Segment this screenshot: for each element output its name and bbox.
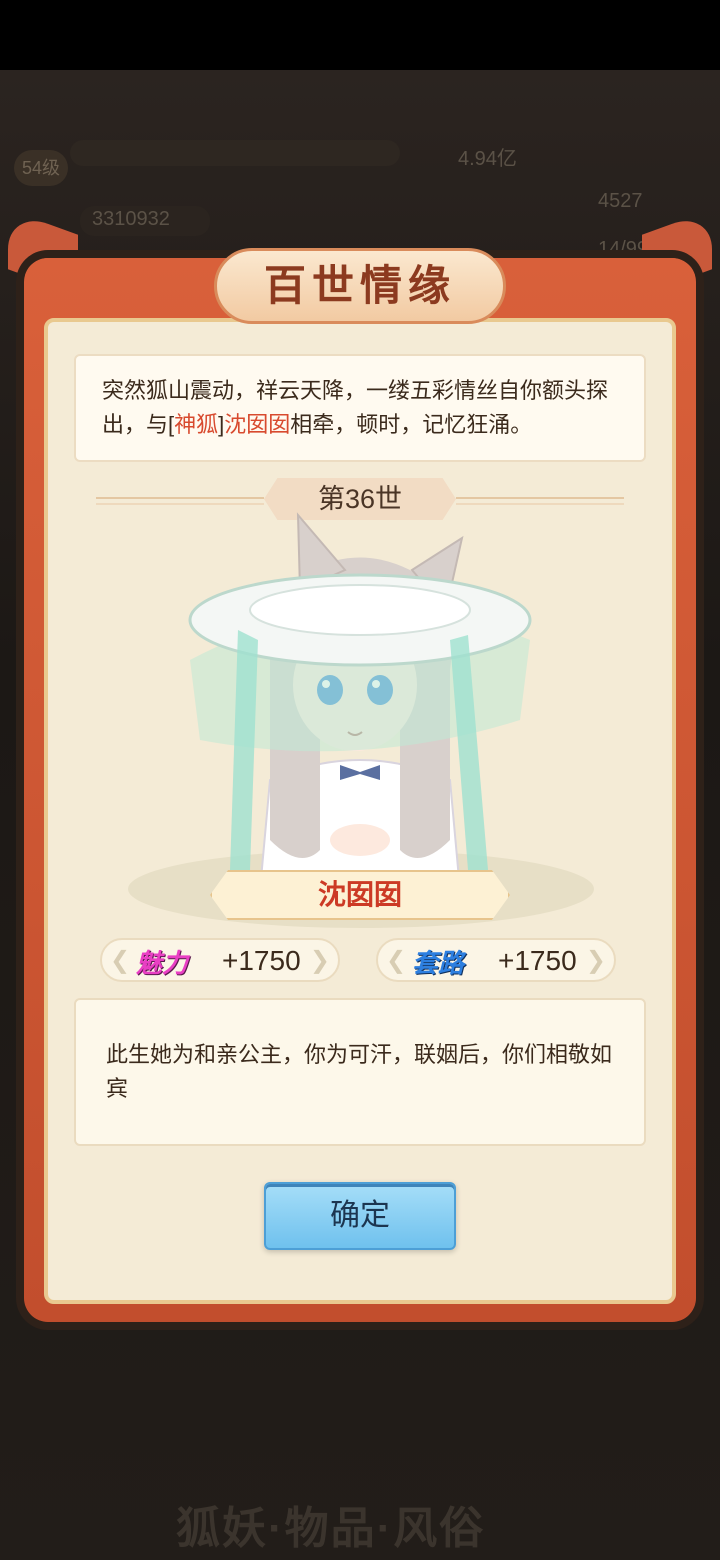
description-box: 此生她为和亲公主，你为可汗，联姻后，你们相敬如宾 — [74, 998, 646, 1146]
stat-charm: ❮ 魅力 +1750 ❯ — [100, 938, 340, 982]
trick-label: 套路 — [412, 949, 465, 979]
character-portrait — [188, 512, 532, 890]
stat-trick: ❮ 套路 +1750 ❯ — [376, 938, 616, 982]
chevron-left-icon: ❮ — [386, 947, 407, 974]
description-text: 此生她为和亲公主，你为可汗，联姻后，你们相敬如宾 — [106, 1042, 613, 1101]
story-tag: 神狐 — [174, 412, 219, 437]
exp-bar — [70, 140, 400, 166]
generation-divider-right — [456, 497, 624, 505]
story-text-box: 突然狐山震动，祥云天降，一缕五彩情丝自你额头探出，与[神狐]沈囡囡相牵，顿时，记… — [74, 354, 646, 462]
dialog-title: 百世情缘 — [263, 261, 456, 310]
character-name-plate: 沈囡囡 — [210, 870, 510, 920]
bottom-nav-labels: 狐妖·物品·风俗 — [176, 1504, 486, 1553]
chevron-right-icon: ❯ — [309, 947, 330, 974]
dialog-title-plate: 百世情缘 — [214, 248, 506, 324]
player-level-badge: 54级 — [14, 150, 68, 186]
story-text-post: 相牵，顿时，记忆狂涌。 — [290, 412, 533, 437]
charm-value: +1750 — [222, 945, 301, 976]
status-bar-area — [0, 0, 720, 70]
charm-total: 3310932 — [92, 208, 170, 230]
chevron-right-icon: ❯ — [585, 947, 606, 974]
resource-stat-a: 4.94亿 — [458, 148, 517, 170]
confirm-button[interactable]: 确定 — [264, 1182, 456, 1250]
chevron-left-icon: ❮ — [110, 947, 131, 974]
resource-stat-b: 4527 — [598, 190, 643, 212]
trick-value: +1750 — [498, 945, 577, 976]
charm-label: 魅力 — [136, 949, 189, 979]
generation-divider-left — [96, 497, 264, 505]
story-character-name: 沈囡囡 — [224, 412, 291, 437]
